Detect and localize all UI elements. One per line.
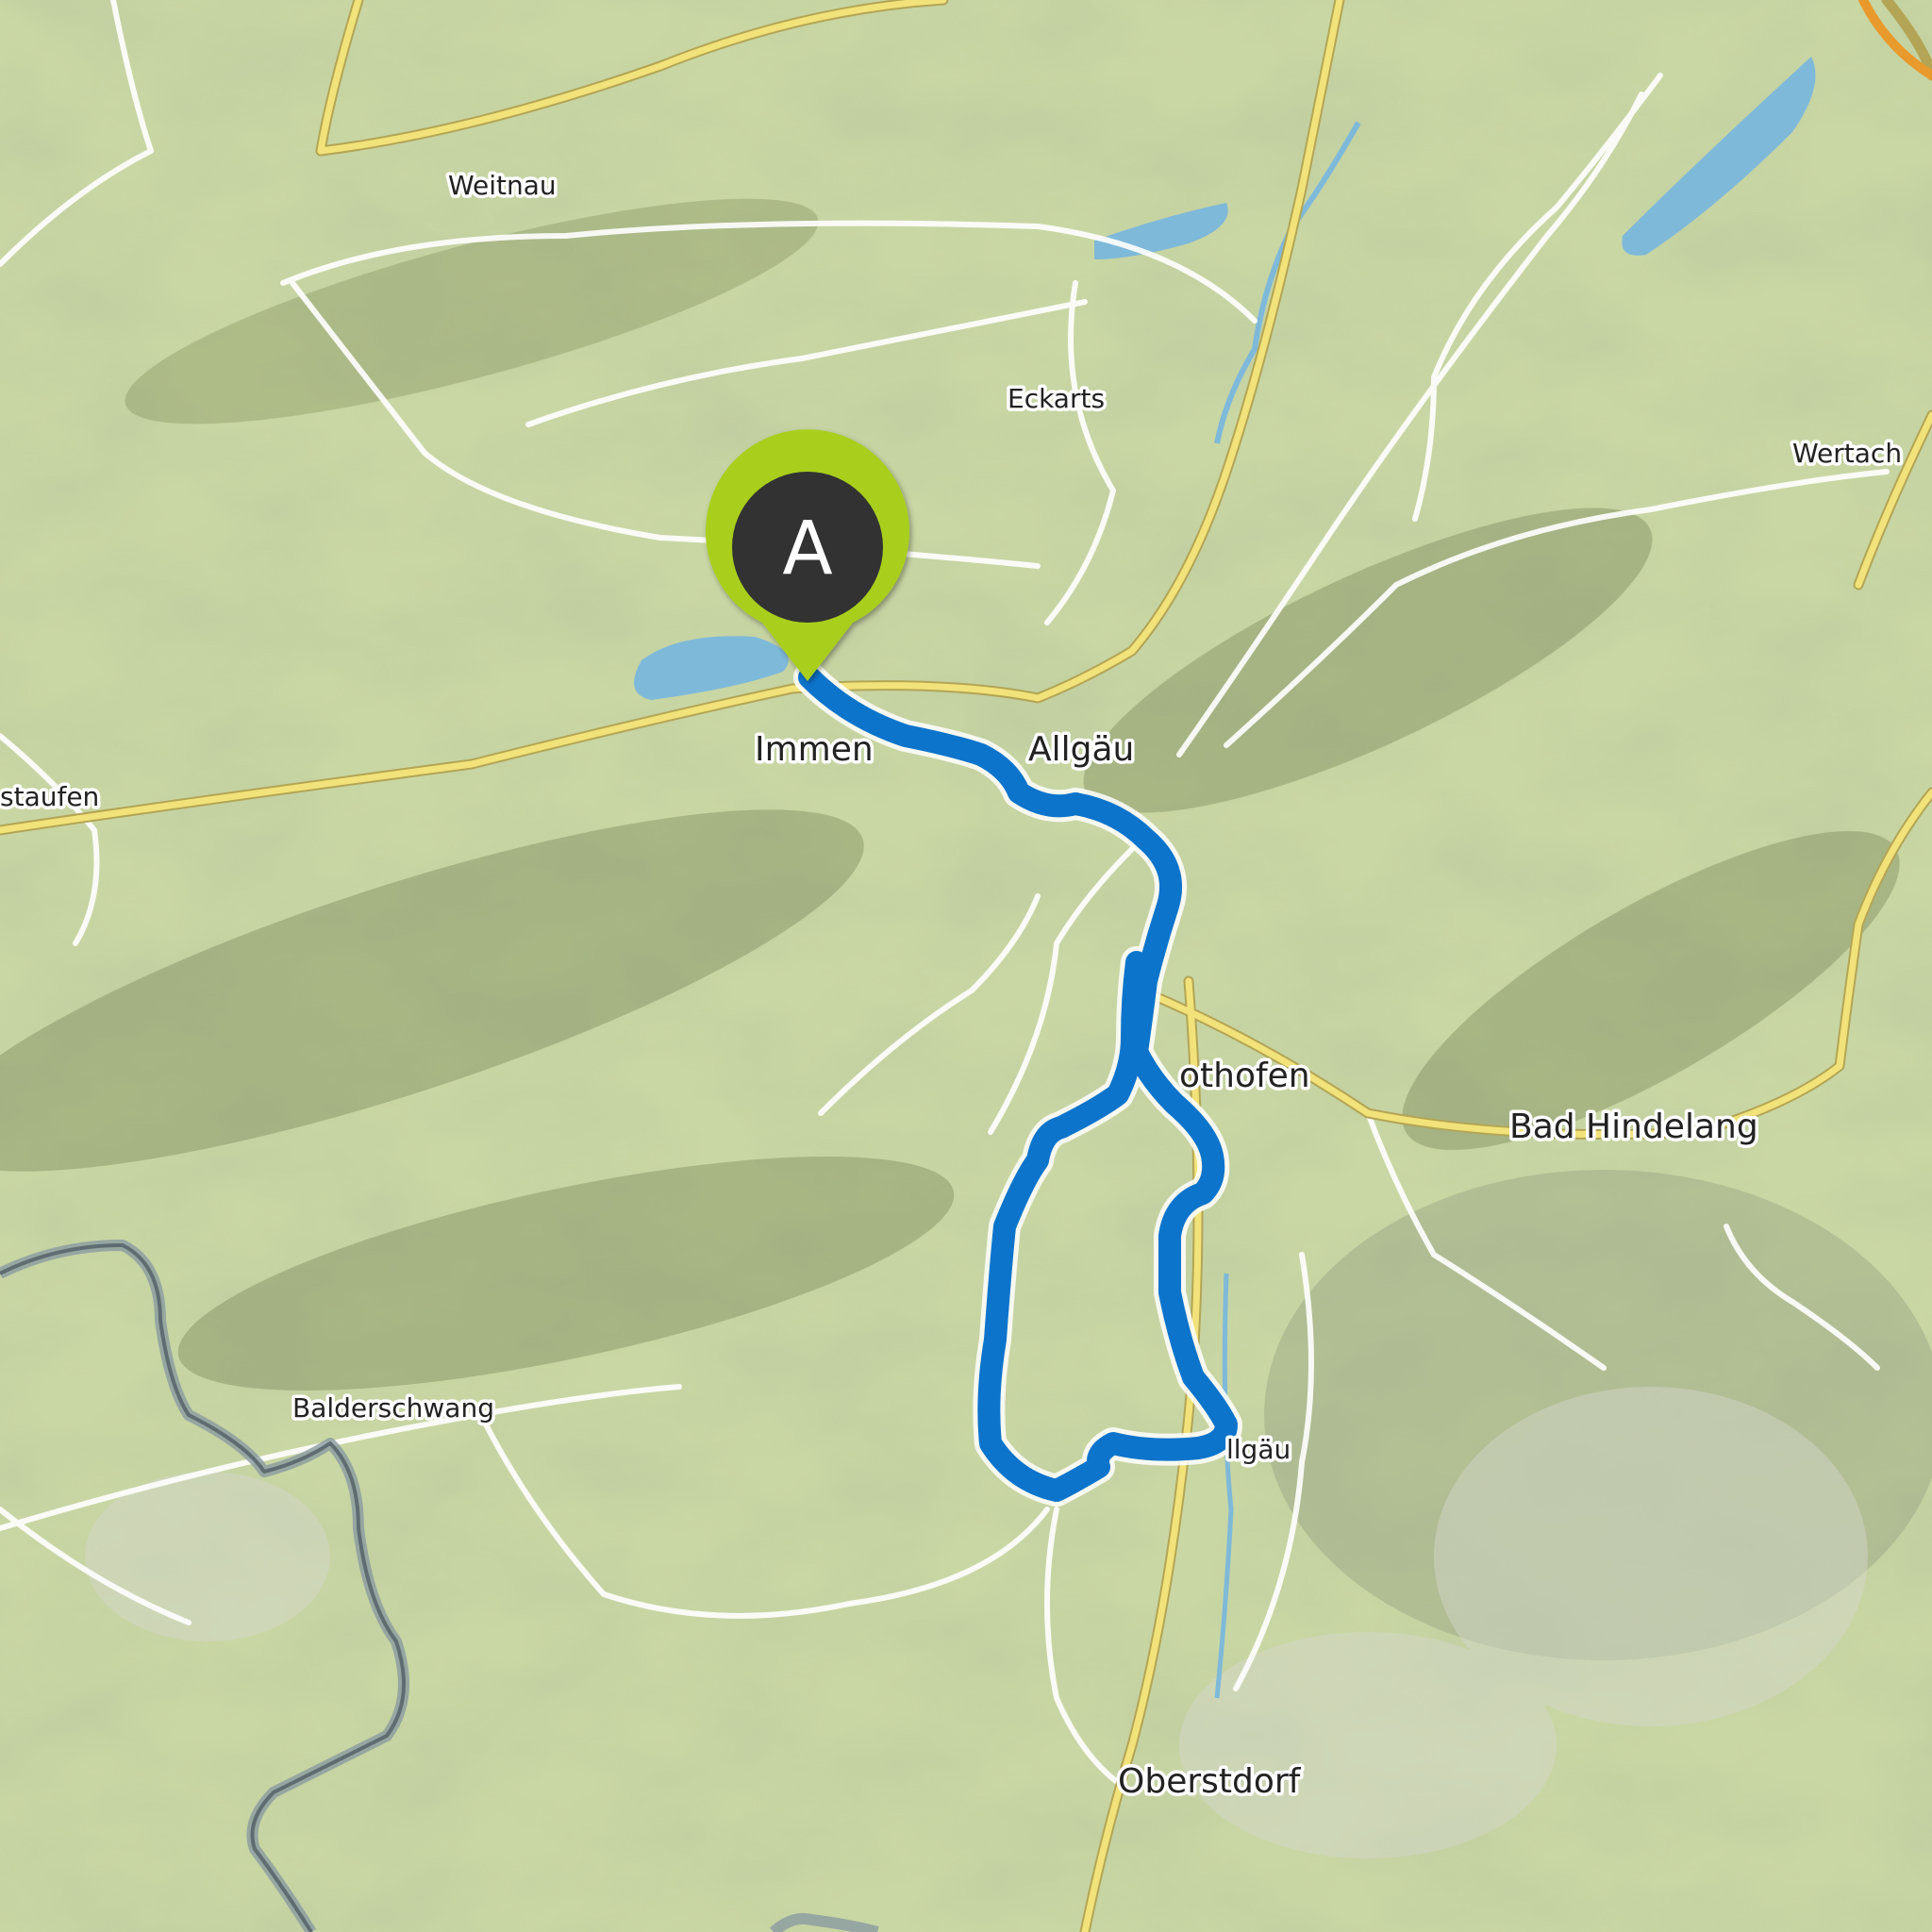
- label-wertach: Wertach: [1792, 438, 1902, 469]
- label-staufen: staufen: [0, 781, 99, 812]
- label-allgaeu-north: Allgäu: [1028, 730, 1134, 769]
- label-bad-hindelang: Bad Hindelang: [1509, 1108, 1758, 1146]
- start-pin-letter: A: [782, 507, 832, 591]
- label-weitnau: Weitnau: [448, 170, 557, 201]
- map-canvas[interactable]: Weitnau Eckarts Wertach staufen Immen Al…: [0, 0, 1932, 1932]
- label-oberstdorf: Oberstdorf: [1118, 1762, 1302, 1801]
- label-immenstadt: Immen: [755, 730, 874, 769]
- label-sonthofen: othofen: [1179, 1057, 1310, 1095]
- map-view[interactable]: Weitnau Eckarts Wertach staufen Immen Al…: [0, 0, 1932, 1932]
- label-eckarts: Eckarts: [1008, 383, 1105, 414]
- label-allgaeu-south: llgäu: [1226, 1434, 1291, 1465]
- label-balderschwang: Balderschwang: [292, 1392, 494, 1424]
